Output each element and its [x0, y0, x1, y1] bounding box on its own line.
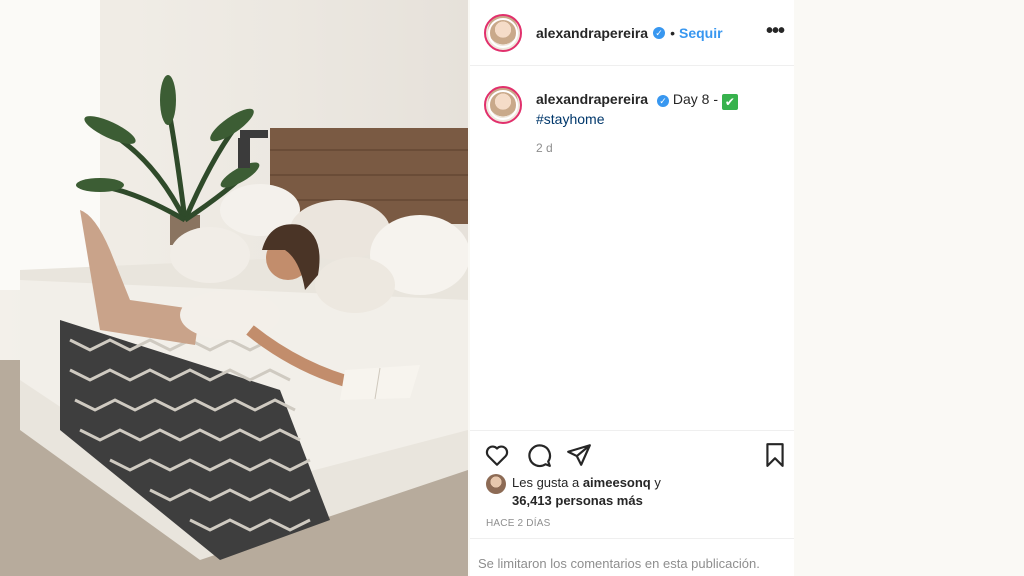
- heart-icon[interactable]: [484, 442, 510, 468]
- verified-badge-icon: ✓: [653, 26, 666, 39]
- caption-timestamp: 2 d: [536, 141, 553, 155]
- likes-suffix: y: [650, 475, 661, 490]
- follow-button[interactable]: Sequir: [679, 25, 723, 41]
- liker-avatar[interactable]: [486, 474, 506, 494]
- post-photo[interactable]: [0, 0, 468, 576]
- likes-count[interactable]: 36,413 personas más: [512, 493, 643, 508]
- header-username[interactable]: alexandrapereira: [536, 25, 648, 41]
- post-caption: alexandrapereira ✓ Day 8 - ✔ #stayhome: [484, 86, 784, 128]
- hashtag-link[interactable]: #stayhome: [536, 110, 738, 128]
- verified-badge-icon: ✓: [656, 95, 669, 107]
- check-mark-emoji: ✔: [721, 94, 738, 110]
- send-icon[interactable]: [566, 442, 592, 468]
- action-bar: [470, 430, 794, 476]
- bookmark-icon[interactable]: [762, 442, 788, 468]
- likes-prefix: Les gusta a: [512, 475, 583, 490]
- caption-username[interactable]: alexandrapereira: [536, 91, 648, 107]
- photo-illustration: [0, 0, 468, 576]
- liker-username[interactable]: aimeesonq: [583, 475, 651, 490]
- caption-avatar[interactable]: [484, 86, 522, 124]
- comments-limited-note: Se limitaron los comentarios en esta pub…: [470, 538, 794, 576]
- more-options-icon[interactable]: •••: [766, 20, 785, 43]
- post-timestamp[interactable]: HACE 2 DÍAS: [486, 518, 550, 529]
- post-header: alexandrapereira ✓ • Sequir •••: [470, 0, 794, 66]
- page-background: [794, 0, 1024, 576]
- comment-icon[interactable]: [526, 442, 552, 468]
- caption-body: alexandrapereira ✓ Day 8 - ✔ #stayhome: [536, 86, 738, 128]
- separator-dot: •: [670, 24, 675, 41]
- likes-summary: Les gusta a aimeesonq y 36,413 personas …: [486, 474, 661, 510]
- post-panel: alexandrapereira ✓ • Sequir ••• alexandr…: [470, 0, 794, 576]
- caption-text: Day 8 -: [672, 91, 718, 107]
- user-avatar[interactable]: [484, 13, 522, 52]
